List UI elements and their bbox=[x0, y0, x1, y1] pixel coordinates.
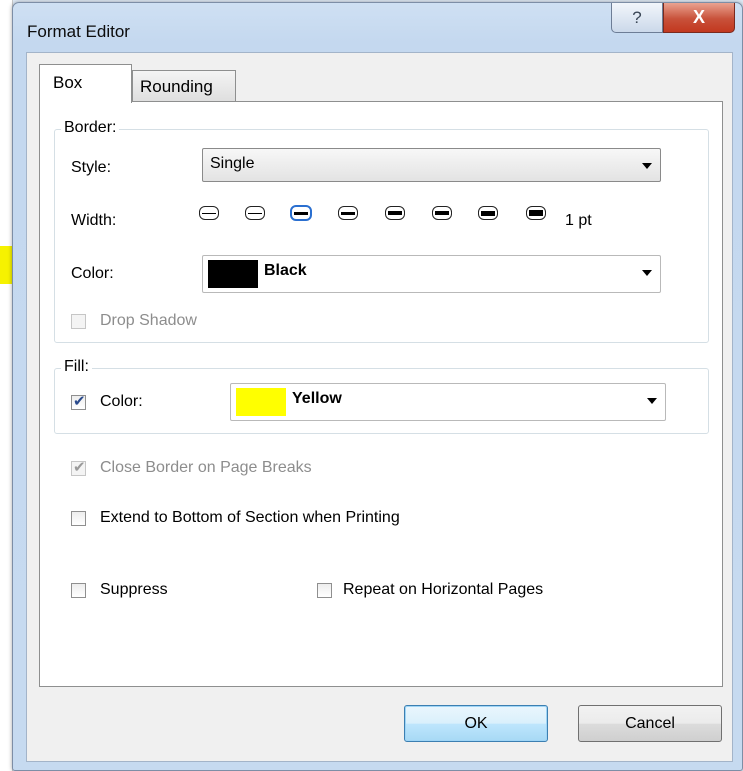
width-option-2pt[interactable] bbox=[385, 206, 405, 220]
fill-group-legend: Fill: bbox=[61, 358, 92, 376]
extend-to-bottom-label: Extend to Bottom of Section when Printin… bbox=[100, 509, 400, 526]
close-button[interactable]: X bbox=[663, 3, 735, 33]
fill-color-dropdown[interactable]: Yellow bbox=[230, 383, 666, 421]
help-icon: ? bbox=[632, 7, 642, 27]
border-color-swatch bbox=[208, 260, 258, 288]
tab-rounding-label: Rounding bbox=[140, 77, 213, 96]
background-highlight bbox=[0, 246, 12, 284]
ok-button-label: OK bbox=[464, 714, 488, 732]
width-option-thin[interactable] bbox=[245, 206, 265, 220]
cancel-button[interactable]: Cancel bbox=[578, 705, 722, 742]
repeat-horizontal-checkbox[interactable] bbox=[317, 583, 332, 598]
help-button[interactable]: ? bbox=[611, 3, 663, 33]
checkmark-icon: ✔ bbox=[73, 459, 86, 476]
fill-color-value: Yellow bbox=[292, 390, 342, 407]
extend-to-bottom-checkbox[interactable] bbox=[71, 511, 86, 526]
width-option-4pt[interactable] bbox=[526, 206, 546, 220]
suppress-label: Suppress bbox=[100, 581, 168, 598]
style-label: Style: bbox=[71, 159, 112, 176]
width-value: 1 pt bbox=[565, 212, 592, 229]
tab-box-label: Box bbox=[53, 73, 83, 92]
suppress-checkbox[interactable] bbox=[71, 583, 86, 598]
title-bar[interactable]: Format Editor ? X bbox=[13, 3, 742, 53]
border-style-value: Single bbox=[210, 155, 255, 172]
chevron-down-icon bbox=[647, 398, 657, 404]
tab-box[interactable]: Box bbox=[39, 64, 132, 103]
chevron-down-icon bbox=[642, 270, 652, 276]
ok-button[interactable]: OK bbox=[404, 705, 548, 742]
tab-rounding[interactable]: Rounding bbox=[132, 70, 236, 102]
chevron-down-icon bbox=[642, 163, 652, 169]
close-border-label: Close Border on Page Breaks bbox=[100, 459, 312, 476]
width-option-2-5pt[interactable] bbox=[432, 206, 452, 220]
width-label: Width: bbox=[71, 212, 117, 229]
fill-color-checkbox[interactable]: ✔ bbox=[71, 393, 86, 410]
border-color-dropdown[interactable]: Black bbox=[202, 255, 661, 293]
drop-shadow-checkbox[interactable] bbox=[71, 314, 86, 329]
fill-color-swatch bbox=[236, 388, 286, 416]
width-option-3pt[interactable] bbox=[478, 206, 498, 220]
close-icon: X bbox=[692, 7, 705, 27]
close-border-checkbox[interactable]: ✔ bbox=[71, 459, 86, 476]
cancel-button-label: Cancel bbox=[625, 714, 675, 732]
width-option-hairline[interactable] bbox=[199, 206, 219, 220]
drop-shadow-label: Drop Shadow bbox=[100, 312, 197, 329]
checkmark-icon: ✔ bbox=[73, 393, 86, 410]
window-title: Format Editor bbox=[27, 22, 130, 41]
border-color-label: Color: bbox=[71, 265, 114, 282]
width-option-1-5pt[interactable] bbox=[338, 206, 358, 220]
fill-color-label: Color: bbox=[100, 393, 143, 410]
border-color-value: Black bbox=[264, 262, 307, 279]
border-style-dropdown[interactable]: Single bbox=[202, 148, 661, 182]
tab-panel-box: Border: Style: Single Width: 1 pt Color:… bbox=[39, 101, 723, 687]
border-group-legend: Border: bbox=[61, 119, 120, 137]
repeat-horizontal-label: Repeat on Horizontal Pages bbox=[343, 581, 544, 598]
width-option-1pt[interactable] bbox=[290, 205, 312, 221]
